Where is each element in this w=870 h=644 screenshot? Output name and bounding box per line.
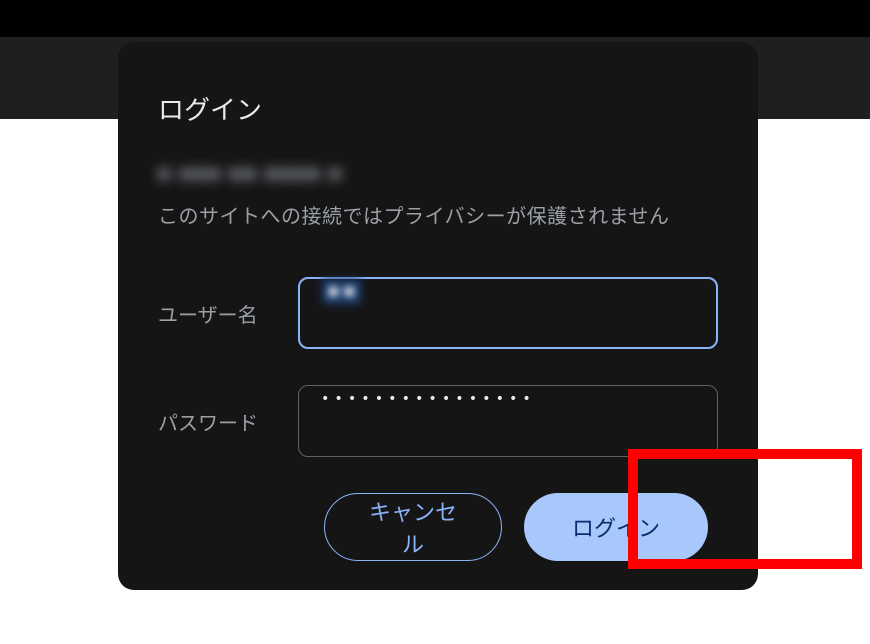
- browser-top-bar: [0, 0, 870, 37]
- privacy-warning-text: このサイトへの接続ではプライバシーが保護されません: [158, 200, 718, 229]
- username-label: ユーザー名: [158, 299, 298, 328]
- login-dialog: ログイン ■ ■■■ ■■ ■■■■ ■ このサイトへの接続ではプライバシーが保…: [118, 42, 758, 590]
- cancel-button[interactable]: キャンセル: [324, 493, 502, 561]
- dialog-title: ログイン: [158, 90, 718, 127]
- username-input[interactable]: ■ ■: [298, 277, 718, 349]
- username-value-redacted: ■ ■: [322, 279, 361, 304]
- site-url-redacted: ■ ■■■ ■■ ■■■■ ■: [158, 163, 718, 186]
- username-row: ユーザー名 ■ ■: [158, 277, 718, 349]
- password-input[interactable]: ••••••••••••••••: [298, 385, 718, 457]
- dialog-button-row: キャンセル ログイン: [158, 493, 718, 561]
- login-button[interactable]: ログイン: [524, 493, 708, 561]
- password-row: パスワード ••••••••••••••••: [158, 385, 718, 457]
- password-label: パスワード: [158, 407, 298, 436]
- password-value-masked: ••••••••••••••••: [321, 391, 536, 407]
